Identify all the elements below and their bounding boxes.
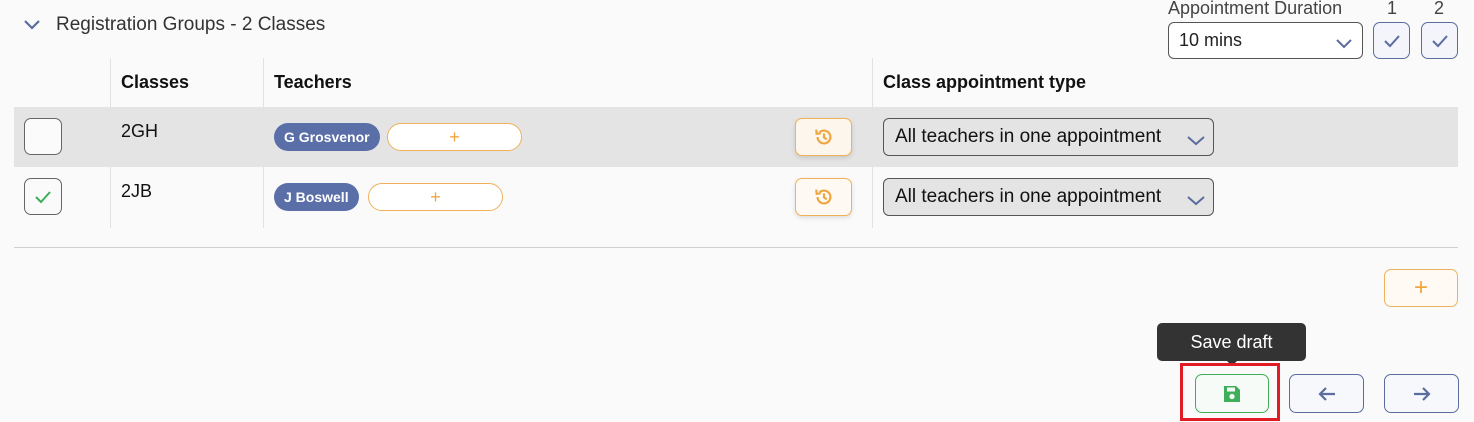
- chevron-down-icon[interactable]: [22, 15, 42, 35]
- check-icon: [35, 190, 51, 203]
- teacher-chip[interactable]: G Grosvenor: [274, 123, 380, 151]
- arrow-right-icon: [1413, 386, 1431, 401]
- class-code: 2GH: [121, 121, 159, 141]
- duration-select-value: 10 mins: [1179, 30, 1243, 50]
- appointment-type-value: All teachers in one appointment: [895, 186, 1162, 207]
- appointment-type-select[interactable]: All teachers in one appointment: [883, 178, 1214, 216]
- plus-icon: +: [1413, 274, 1428, 301]
- check-icon: [1431, 34, 1448, 47]
- section-divider: [14, 247, 1458, 248]
- row-checkbox[interactable]: [24, 178, 62, 215]
- add-row-button[interactable]: +: [1384, 269, 1458, 307]
- appointment-type-select[interactable]: All teachers in one appointment: [883, 118, 1214, 156]
- appointment-type-value: All teachers in one appointment: [895, 126, 1162, 147]
- confirm-column-1-button[interactable]: [1373, 22, 1410, 59]
- class-code: 2JB: [121, 181, 153, 201]
- chevron-down-icon: [1187, 130, 1205, 152]
- history-button[interactable]: [795, 178, 852, 216]
- column-number-1: 1: [1387, 0, 1398, 18]
- check-icon: [1383, 34, 1400, 47]
- confirm-column-2-button[interactable]: [1421, 22, 1458, 59]
- plus-icon: +: [449, 126, 460, 147]
- row-checkbox[interactable]: [24, 118, 62, 155]
- add-teacher-button[interactable]: +: [368, 183, 503, 211]
- next-button[interactable]: [1384, 374, 1459, 413]
- chevron-down-icon: [1336, 33, 1352, 54]
- table-row: 2JB J Boswell + All teachers in one appo…: [14, 167, 1458, 227]
- previous-button[interactable]: [1289, 374, 1364, 413]
- header-teachers: Teachers: [274, 72, 352, 92]
- add-teacher-button[interactable]: +: [387, 123, 522, 151]
- teacher-chip[interactable]: J Boswell: [274, 183, 359, 211]
- column-number-2: 2: [1434, 0, 1445, 18]
- duration-select[interactable]: 10 mins: [1168, 22, 1363, 59]
- save-icon: [1224, 385, 1240, 402]
- header-classes: Classes: [121, 72, 190, 92]
- header-appointment-type: Class appointment type: [883, 72, 1087, 92]
- plus-icon: +: [430, 186, 441, 207]
- chevron-down-icon: [1187, 190, 1205, 212]
- save-draft-button[interactable]: [1195, 374, 1269, 413]
- table-row: 2GH G Grosvenor + All teachers in one ap…: [14, 107, 1458, 167]
- section-title: Registration Groups - 2 Classes: [56, 14, 326, 35]
- history-icon: [814, 189, 831, 205]
- section-header[interactable]: Registration Groups - 2 Classes: [22, 14, 325, 36]
- appointment-duration-label: Appointment Duration: [1168, 0, 1343, 18]
- history-button[interactable]: [795, 118, 852, 156]
- arrow-left-icon: [1317, 386, 1335, 401]
- save-draft-tooltip: Save draft: [1157, 323, 1306, 361]
- history-icon: [814, 129, 831, 145]
